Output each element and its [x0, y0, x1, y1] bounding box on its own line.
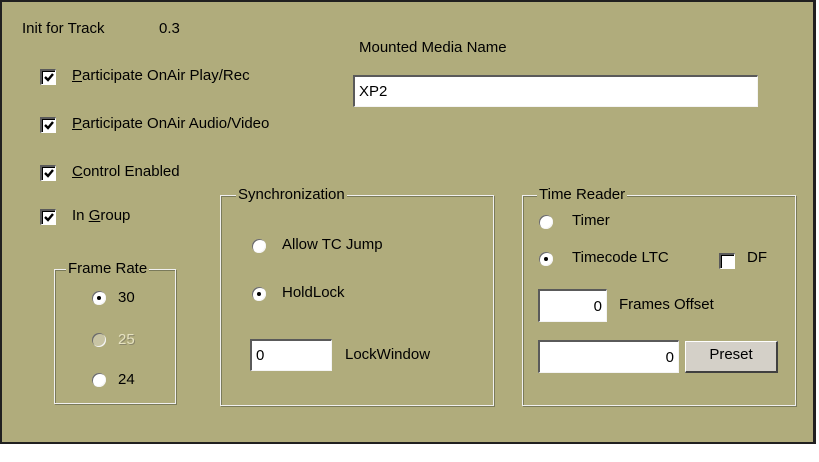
- radio-button[interactable]: [539, 252, 553, 266]
- checkbox-label: DF: [747, 249, 767, 266]
- radio-button[interactable]: [92, 373, 106, 387]
- checkbox-label: Participate OnAir Audio/Video: [72, 115, 269, 132]
- frames-offset-input[interactable]: [538, 289, 607, 322]
- label-rest: articipate OnAir Audio/Video: [82, 115, 270, 132]
- radio-button[interactable]: [252, 239, 266, 253]
- preset-value-input[interactable]: [538, 340, 679, 373]
- frame-rate-group: [54, 269, 176, 404]
- checkmark-icon: [44, 121, 54, 130]
- checkbox-label: In Group: [72, 207, 130, 224]
- checkmark-icon: [44, 73, 54, 82]
- checkbox-label: Control Enabled: [72, 163, 180, 180]
- checkmark-icon: [44, 169, 54, 178]
- init-track-value: 0.3: [159, 20, 180, 37]
- label-rest: articipate OnAir Play/Rec: [82, 67, 250, 84]
- radio-button[interactable]: [252, 287, 266, 301]
- radio-label: 30: [118, 289, 135, 306]
- radio-label: 25: [118, 331, 135, 348]
- label-pre: In: [72, 207, 89, 224]
- mnemonic-letter: P: [72, 115, 83, 132]
- radio-label: Timer: [572, 212, 610, 229]
- checkbox-label: Participate OnAir Play/Rec: [72, 67, 250, 84]
- checkbox-box[interactable]: [40, 117, 56, 133]
- init-track-label: Init for Track: [22, 20, 105, 37]
- frame-rate-title: Frame Rate: [66, 260, 150, 277]
- radio-button[interactable]: [92, 291, 106, 305]
- mnemonic-letter: G: [88, 207, 101, 224]
- checkbox-box[interactable]: [719, 253, 735, 269]
- lock-window-input[interactable]: [250, 339, 332, 371]
- mounted-media-input[interactable]: [353, 75, 758, 107]
- radio-label: Allow TC Jump: [282, 236, 383, 253]
- frames-offset-label: Frames Offset: [619, 296, 714, 313]
- preset-button[interactable]: Preset: [685, 341, 778, 373]
- radio-button[interactable]: [539, 215, 553, 229]
- mnemonic-letter: C: [72, 163, 83, 180]
- lock-window-label: LockWindow: [345, 346, 431, 363]
- checkbox-box[interactable]: [40, 209, 56, 225]
- radio-label: HoldLock: [282, 284, 345, 301]
- synchronization-title: Synchronization: [236, 186, 347, 203]
- checkbox-box[interactable]: [40, 69, 56, 85]
- mounted-media-label: Mounted Media Name: [359, 39, 507, 56]
- radio-label: Timecode LTC: [572, 249, 669, 266]
- label-rest: ontrol Enabled: [82, 163, 180, 180]
- radio-label: 24: [118, 371, 135, 388]
- radio-button[interactable]: [92, 333, 106, 347]
- time-reader-title: Time Reader: [537, 186, 628, 203]
- label-rest: roup: [100, 207, 131, 224]
- mnemonic-letter: P: [72, 67, 83, 84]
- checkmark-icon: [44, 213, 54, 222]
- track-settings-panel: Init for Track 0.3 Mounted Media Name Pa…: [0, 0, 816, 444]
- checkbox-box[interactable]: [40, 165, 56, 181]
